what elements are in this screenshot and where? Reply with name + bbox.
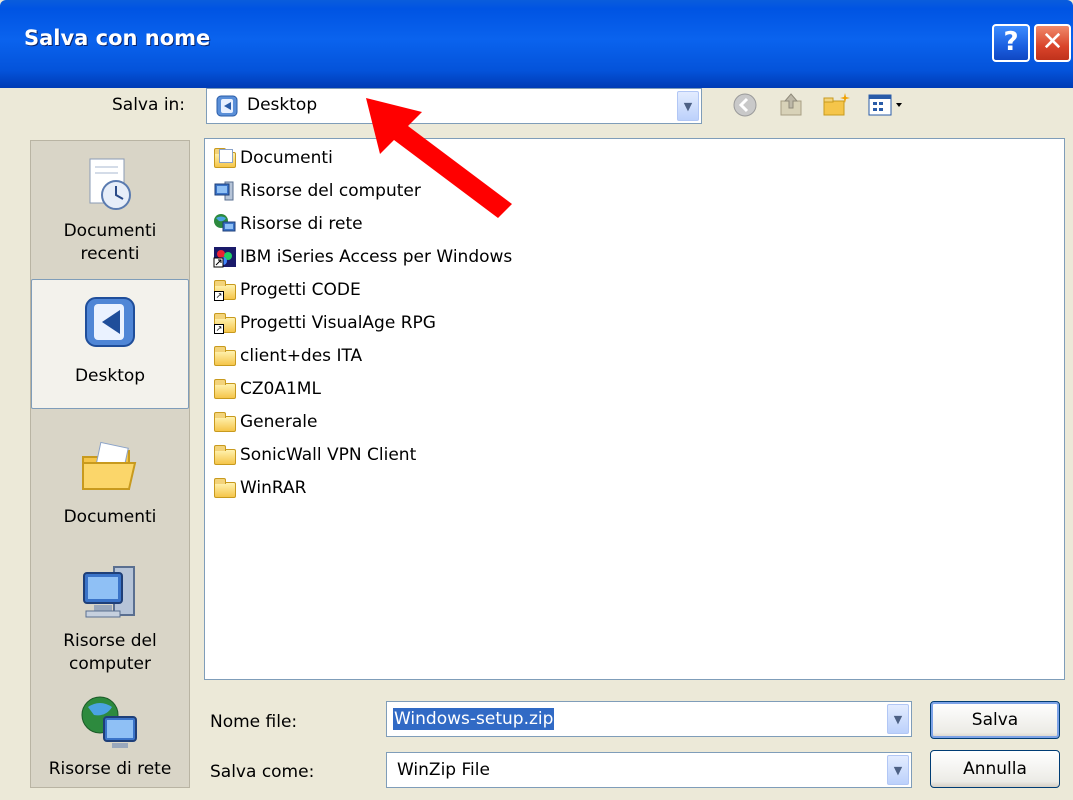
- place-network[interactable]: Risorse di rete: [31, 693, 189, 787]
- save-in-label: Salva in:: [112, 95, 186, 115]
- place-my-documents[interactable]: Documenti: [31, 421, 189, 531]
- place-label: Desktop: [74, 366, 146, 386]
- desktop-small-icon: [215, 94, 239, 118]
- folder-icon: [213, 345, 237, 367]
- list-item[interactable]: Risorse di rete: [213, 209, 363, 239]
- computer-icon: [213, 180, 237, 202]
- place-my-computer[interactable]: Risorse del computer: [31, 555, 189, 685]
- cancel-button-label: Annulla: [963, 759, 1027, 779]
- chevron-down-icon[interactable]: ▼: [677, 91, 699, 121]
- filename-input[interactable]: Windows-setup.zip: [393, 708, 555, 730]
- help-button[interactable]: ?: [992, 24, 1030, 62]
- folder-icon: [213, 378, 237, 400]
- list-item[interactable]: CZ0A1ML: [213, 374, 321, 404]
- network-places-icon: [81, 696, 137, 748]
- list-item[interactable]: IBM iSeries Access per Windows: [213, 242, 512, 272]
- list-item-label: client+des ITA: [240, 346, 363, 366]
- list-item-label: SonicWall VPN Client: [240, 445, 417, 465]
- list-item-label: Progetti CODE: [240, 280, 361, 300]
- folder-shortcut-icon: ↗: [213, 312, 237, 334]
- new-folder-icon: [823, 93, 850, 116]
- list-item-label: IBM iSeries Access per Windows: [240, 247, 513, 267]
- list-item[interactable]: SonicWall VPN Client: [213, 440, 416, 470]
- folder-icon: [213, 477, 237, 499]
- list-item-label: WinRAR: [240, 478, 307, 498]
- network-icon: [213, 213, 237, 235]
- save-in-value: Desktop: [247, 95, 318, 115]
- list-item-label: Generale: [240, 412, 318, 432]
- folder-icon: [213, 411, 237, 433]
- list-item[interactable]: ↗ Progetti VisualAge RPG: [213, 308, 436, 338]
- list-item-label: Documenti: [240, 148, 333, 168]
- views-menu-icon: [868, 94, 902, 116]
- annotation-arrow: [366, 98, 512, 218]
- folder-icon: [213, 444, 237, 466]
- close-icon: ✕: [1041, 27, 1064, 57]
- list-item[interactable]: client+des ITA: [213, 341, 362, 371]
- filetype-value: WinZip File: [397, 760, 490, 780]
- filename-combobox[interactable]: Windows-setup.zip ▼: [386, 701, 912, 737]
- ibm-iseries-icon: [213, 246, 237, 268]
- window-title: Salva con nome: [24, 26, 211, 50]
- list-item[interactable]: ↗ Progetti CODE: [213, 275, 361, 305]
- filetype-combobox[interactable]: WinZip File ▼: [386, 752, 912, 788]
- place-recent-documents[interactable]: Documenti recenti: [31, 145, 189, 273]
- help-icon: ?: [1003, 27, 1019, 57]
- up-folder-icon: [780, 93, 802, 116]
- save-button-label: Salva: [971, 710, 1019, 730]
- my-computer-icon: [83, 566, 135, 618]
- up-folder-button[interactable]: [776, 90, 806, 120]
- views-menu-button[interactable]: [866, 90, 908, 120]
- list-item[interactable]: Generale: [213, 407, 317, 437]
- chevron-down-icon[interactable]: ▼: [887, 704, 909, 734]
- documents-folder-icon: [213, 147, 237, 169]
- recent-documents-icon: [89, 158, 131, 210]
- list-item[interactable]: WinRAR: [213, 473, 307, 503]
- filetype-label: Salva come:: [210, 762, 315, 782]
- back-icon: [733, 93, 757, 117]
- place-label: Documenti: [63, 221, 157, 241]
- file-list[interactable]: Documenti Risorse del computer Risorse d…: [204, 138, 1065, 680]
- place-label: Documenti: [63, 507, 157, 527]
- list-item-label: Progetti VisualAge RPG: [240, 313, 436, 333]
- new-folder-button[interactable]: [820, 90, 852, 120]
- place-desktop[interactable]: Desktop: [31, 279, 189, 409]
- back-button[interactable]: [730, 90, 760, 120]
- close-button[interactable]: ✕: [1034, 24, 1071, 62]
- cancel-button[interactable]: Annulla: [930, 750, 1060, 788]
- list-item-label: Risorse di rete: [240, 214, 363, 234]
- chevron-down-icon[interactable]: ▼: [887, 755, 909, 785]
- folder-shortcut-icon: ↗: [213, 279, 237, 301]
- list-item-label: CZ0A1ML: [240, 379, 321, 399]
- places-bar: Documenti recenti Desktop Documenti Riso…: [30, 140, 190, 788]
- place-label: Risorse di rete: [48, 759, 172, 779]
- list-item[interactable]: Documenti: [213, 143, 333, 173]
- desktop-icon: [85, 297, 135, 347]
- place-label: Risorse del: [63, 631, 157, 651]
- title-bar[interactable]: Salva con nome ? ✕: [0, 0, 1073, 88]
- place-label-2: recenti: [80, 244, 140, 264]
- save-button[interactable]: Salva: [930, 701, 1060, 739]
- my-documents-icon: [82, 441, 137, 490]
- place-label-2: computer: [69, 654, 151, 674]
- filename-label: Nome file:: [210, 712, 298, 732]
